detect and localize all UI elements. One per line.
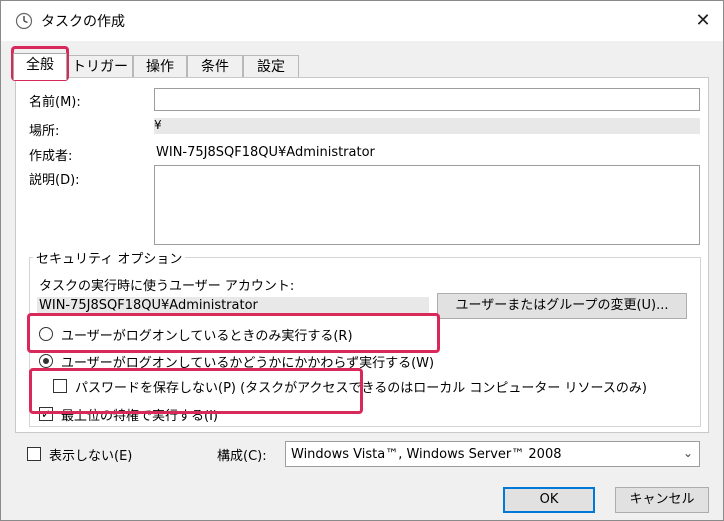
configure-label: 構成(C): bbox=[217, 449, 267, 464]
tab-settings[interactable]: 設定 bbox=[243, 55, 299, 79]
title-bar: タスクの作成 ✕ bbox=[1, 1, 723, 41]
ok-button[interactable]: OK bbox=[503, 487, 595, 513]
configure-select[interactable]: Windows Vista™, Windows Server™ 2008 ⌄ bbox=[285, 441, 700, 467]
tab-general[interactable]: 全般 bbox=[13, 53, 67, 80]
location-value: ¥ bbox=[154, 118, 162, 132]
no-store-password-checkbox[interactable] bbox=[53, 379, 67, 393]
run-whether-logged-on-label[interactable]: ユーザーがログオンしているかどうかにかかわらず実行する(W) bbox=[61, 352, 434, 371]
location-label: 場所: bbox=[29, 124, 60, 139]
location-field: ¥ bbox=[154, 118, 700, 134]
close-icon[interactable]: ✕ bbox=[689, 7, 717, 35]
tab-conditions[interactable]: 条件 bbox=[187, 55, 243, 79]
highest-privileges-label[interactable]: 最上位の特権で実行する(I) bbox=[61, 405, 218, 424]
author-label: 作成者: bbox=[29, 149, 73, 164]
configure-value: Windows Vista™, Windows Server™ 2008 bbox=[291, 447, 562, 462]
name-label: 名前(M): bbox=[29, 95, 81, 110]
run-only-logged-on-radio[interactable] bbox=[39, 327, 53, 341]
account-field: WIN-75J8SQF18QU¥Administrator bbox=[37, 297, 429, 315]
change-user-button[interactable]: ユーザーまたはグループの変更(U)... bbox=[437, 293, 687, 319]
tab-actions[interactable]: 操作 bbox=[133, 55, 187, 79]
cancel-button[interactable]: キャンセル bbox=[615, 487, 709, 513]
description-textarea[interactable] bbox=[154, 165, 700, 245]
account-value: WIN-75J8SQF18QU¥Administrator bbox=[39, 298, 258, 313]
hidden-label[interactable]: 表示しない(E) bbox=[49, 445, 132, 464]
name-input[interactable] bbox=[154, 88, 700, 111]
highest-privileges-checkbox[interactable]: ✓ bbox=[39, 407, 53, 421]
window-title: タスクの作成 bbox=[41, 14, 125, 30]
clock-icon bbox=[15, 12, 33, 30]
run-only-logged-on-label[interactable]: ユーザーがログオンしているときのみ実行する(R) bbox=[61, 325, 353, 344]
description-label: 説明(D): bbox=[29, 173, 80, 188]
no-store-password-label[interactable]: パスワードを保存しない(P) (タスクがアクセスできるのはローカル コンピュータ… bbox=[75, 377, 647, 396]
create-task-dialog: タスクの作成 ✕ 全般 トリガー 操作 条件 設定 名前(M): 場所: ¥ 作… bbox=[0, 0, 724, 521]
run-whether-logged-on-radio[interactable] bbox=[39, 354, 53, 368]
radio-selected-dot bbox=[43, 358, 49, 364]
security-options-title: セキュリティ オプション bbox=[33, 248, 186, 267]
author-value: WIN-75J8SQF18QU¥Administrator bbox=[156, 145, 375, 160]
hidden-checkbox[interactable] bbox=[27, 447, 41, 461]
chevron-down-icon: ⌄ bbox=[682, 446, 693, 460]
tab-triggers[interactable]: トリガー bbox=[67, 55, 133, 79]
account-prompt: タスクの実行時に使うユーザー アカウント: bbox=[39, 279, 295, 294]
